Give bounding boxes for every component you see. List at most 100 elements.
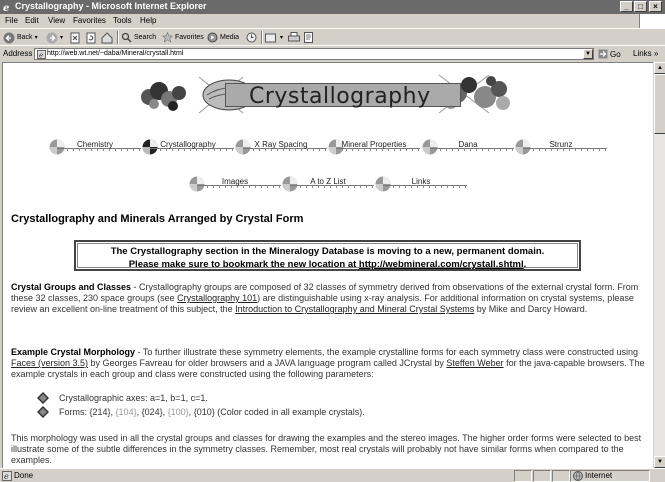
form-010: {010} (193, 407, 215, 417)
nav-label: Images (221, 177, 249, 186)
bullet-forms: Forms: {214}, {104}, {024}, {100}, {010}… (37, 406, 365, 418)
svg-text:e: e (39, 52, 43, 60)
page-viewport[interactable]: Crystallography Chemistry Crystallograph… (2, 62, 653, 468)
forms-suffix: (Color coded in all example crystals). (214, 407, 365, 417)
edit-button[interactable] (304, 31, 315, 44)
favorites-star-icon (162, 32, 173, 43)
nav-crystallography[interactable]: Crystallography (142, 139, 234, 155)
maximize-button[interactable]: □ (634, 1, 647, 12)
search-button[interactable]: Search (121, 31, 156, 44)
menu-edit[interactable]: Edit (25, 16, 39, 25)
menu-favorites[interactable]: Favorites (73, 16, 106, 25)
address-dropdown-icon[interactable]: ▼ (583, 49, 593, 59)
address-input[interactable]: e http://web.wt.net/~daba/Mineral/crysta… (34, 48, 594, 60)
nav-label: Crystallography (160, 140, 216, 149)
banner-title: Crystallography (249, 84, 431, 109)
menu-tools[interactable]: Tools (113, 16, 132, 25)
media-label: Media (220, 34, 240, 41)
crystallography-101-link[interactable]: Crystallography 101 (177, 293, 257, 303)
links-toolbar-button[interactable]: Links » (633, 49, 658, 58)
close-button[interactable]: × (649, 1, 662, 12)
status-cell (533, 470, 551, 482)
new-location-link[interactable]: http://webmineral.com/crystall.shtml (359, 259, 524, 270)
status-cell (552, 470, 570, 482)
address-url: http://web.wt.net/~daba/Mineral/crystall… (47, 50, 184, 57)
back-button[interactable]: Back ▾ (3, 31, 38, 44)
forward-arrow-icon (46, 32, 58, 43)
mail-button[interactable]: ▾ (265, 31, 283, 44)
svg-text:e: e (3, 3, 9, 12)
stop-icon (70, 32, 80, 43)
media-icon (207, 32, 218, 43)
nav-strunz[interactable]: Strunz (515, 139, 607, 155)
form-214: {214} (89, 407, 111, 417)
mail-icon (265, 33, 276, 42)
notice-inner: The Crystallography section in the Miner… (77, 243, 578, 271)
notice-line-2: Please make sure to bookmark the new loc… (78, 258, 577, 271)
nav-dana[interactable]: Dana (422, 139, 514, 155)
nav-a-to-z-list[interactable]: A to Z List (282, 176, 374, 192)
intro-crystallography-link[interactable]: Introduction to Crystallography and Mine… (235, 304, 474, 314)
minimize-button[interactable]: _ (620, 1, 633, 12)
nav-label: A to Z List (310, 177, 346, 186)
nav-label: Chemistry (76, 140, 113, 149)
example-morphology-paragraph: Example Crystal Morphology - To further … (11, 347, 647, 380)
forms-prefix: Forms: (59, 407, 90, 417)
menu-help[interactable]: Help (140, 16, 156, 25)
media-button[interactable]: Media (207, 31, 239, 44)
menu-view[interactable]: View (48, 16, 65, 25)
forward-dropdown-icon[interactable]: ▾ (60, 34, 63, 41)
morph-text-2: by Georges Favreau for older browsers an… (88, 358, 447, 368)
refresh-button[interactable] (86, 31, 96, 44)
title-bar: e Crystallography - Microsoft Internet E… (0, 0, 665, 14)
vertical-scrollbar[interactable]: ▲ ▼ (653, 62, 665, 468)
scroll-up-icon[interactable]: ▲ (654, 62, 665, 74)
nav-links[interactable]: Links (375, 176, 467, 192)
groups-text-3: by Mike and Darcy Howard. (474, 304, 588, 314)
back-label: Back (17, 34, 33, 41)
status-cell (514, 470, 532, 482)
mail-dropdown-icon[interactable]: ▾ (280, 34, 283, 41)
stop-button[interactable] (70, 31, 80, 44)
menu-file[interactable]: File (5, 16, 18, 25)
print-button[interactable] (288, 31, 300, 44)
go-label: Go (610, 49, 621, 59)
nav-mineral-properties[interactable]: Mineral Properties (328, 139, 420, 155)
favorites-label: Favorites (175, 34, 204, 41)
nav-images[interactable]: Images (189, 176, 281, 192)
address-label: Address (3, 49, 33, 58)
windows-logo-icon (639, 14, 665, 28)
toolbar-separator (261, 31, 263, 44)
steffen-weber-link[interactable]: Steffen Weber (446, 358, 503, 368)
faces-link[interactable]: Faces (version 3.5) (11, 358, 88, 368)
example-morphology-title: Example Crystal Morphology (11, 347, 136, 357)
nav-label: X Ray Spacing (254, 140, 308, 149)
menu-bar: File Edit View Favorites Tools Help (0, 14, 665, 28)
axes-text: Crystallographic axes: a=1, b=1, c=1. (59, 393, 208, 403)
globe-icon (573, 471, 583, 481)
home-button[interactable] (101, 31, 113, 44)
nav-x-ray-spacing[interactable]: X Ray Spacing (235, 139, 327, 155)
form-100: {100} (167, 407, 189, 417)
morph-text-1: - To further illustrate these symmetry e… (135, 347, 639, 357)
page-icon: e (37, 50, 46, 59)
go-button[interactable]: Go (598, 48, 621, 60)
go-arrow-icon (598, 49, 608, 59)
notice-line-1: The Crystallography section in the Miner… (110, 246, 545, 257)
history-button[interactable] (246, 31, 257, 44)
scroll-thumb[interactable] (654, 74, 665, 134)
page-heading: Crystallography and Minerals Arranged by… (11, 213, 304, 225)
notice-line-2-suffix: . (523, 259, 527, 270)
scroll-down-icon[interactable]: ▼ (654, 456, 665, 468)
search-icon (121, 32, 132, 43)
status-text: Done (14, 471, 34, 480)
crystal-groups-title: Crystal Groups and Classes (11, 282, 132, 292)
nav-chemistry[interactable]: Chemistry (49, 139, 141, 155)
forward-button[interactable]: ▾ (46, 31, 63, 44)
home-icon (101, 31, 113, 43)
favorites-button[interactable]: Favorites (162, 31, 204, 44)
notice-line-2-prefix: Please make sure to bookmark the new loc… (128, 259, 359, 270)
nav-label: Dana (458, 140, 478, 149)
nav-label: Strunz (549, 140, 573, 149)
back-dropdown-icon[interactable]: ▾ (35, 34, 38, 41)
